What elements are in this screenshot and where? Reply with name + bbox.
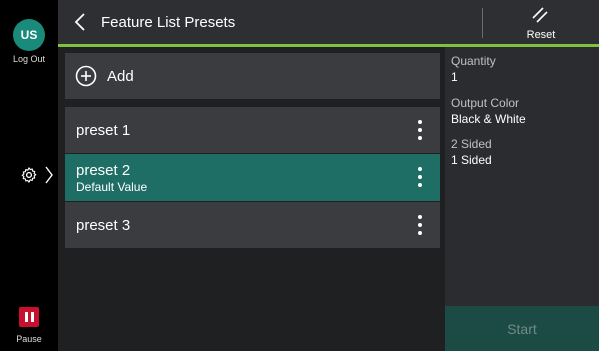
dot: [418, 136, 422, 140]
detail-label: Quantity: [451, 54, 496, 68]
more-options-icon[interactable]: [418, 120, 422, 140]
detail-value: 1: [451, 70, 458, 84]
detail-value: Black & White: [451, 112, 526, 126]
more-options-icon[interactable]: [418, 167, 422, 187]
preset-name: preset 3: [76, 217, 131, 234]
dot: [418, 183, 422, 187]
detail-label: Output Color: [451, 96, 520, 110]
add-label: Add: [107, 68, 134, 85]
chevron-right-icon[interactable]: [45, 165, 53, 185]
page-title: Feature List Presets: [101, 14, 236, 31]
logout-label[interactable]: Log Out: [0, 54, 58, 64]
start-button[interactable]: Start: [445, 306, 599, 351]
plus-circle-icon: [75, 65, 97, 87]
preset-row[interactable]: preset 1: [65, 107, 440, 153]
preset-name: preset 1: [76, 122, 131, 139]
dot: [418, 223, 422, 227]
reset-button-label[interactable]: Reset: [510, 29, 572, 41]
dot: [418, 120, 422, 124]
pause-label: Pause: [16, 334, 42, 344]
preset-name: preset 2: [76, 162, 131, 179]
pause-bar: [30, 312, 34, 322]
add-preset-button[interactable]: Add: [65, 53, 440, 99]
preset-row-selected[interactable]: preset 2 Default Value: [65, 154, 440, 201]
dot: [418, 175, 422, 179]
reset-icon[interactable]: [531, 6, 549, 24]
preset-row[interactable]: preset 3: [65, 202, 440, 248]
detail-value: 1 Sided: [451, 153, 492, 167]
pause-button[interactable]: [19, 307, 39, 327]
dot: [418, 167, 422, 171]
dot: [418, 231, 422, 235]
detail-label: 2 Sided: [451, 137, 492, 151]
dot: [418, 128, 422, 132]
preset-default-label: Default Value: [76, 180, 148, 194]
more-options-icon[interactable]: [418, 215, 422, 235]
dot: [418, 215, 422, 219]
user-avatar[interactable]: US: [13, 19, 45, 51]
gear-icon[interactable]: [20, 166, 38, 184]
header-divider: [482, 8, 483, 38]
pause-bar: [24, 312, 28, 322]
back-chevron-icon[interactable]: [74, 12, 86, 32]
